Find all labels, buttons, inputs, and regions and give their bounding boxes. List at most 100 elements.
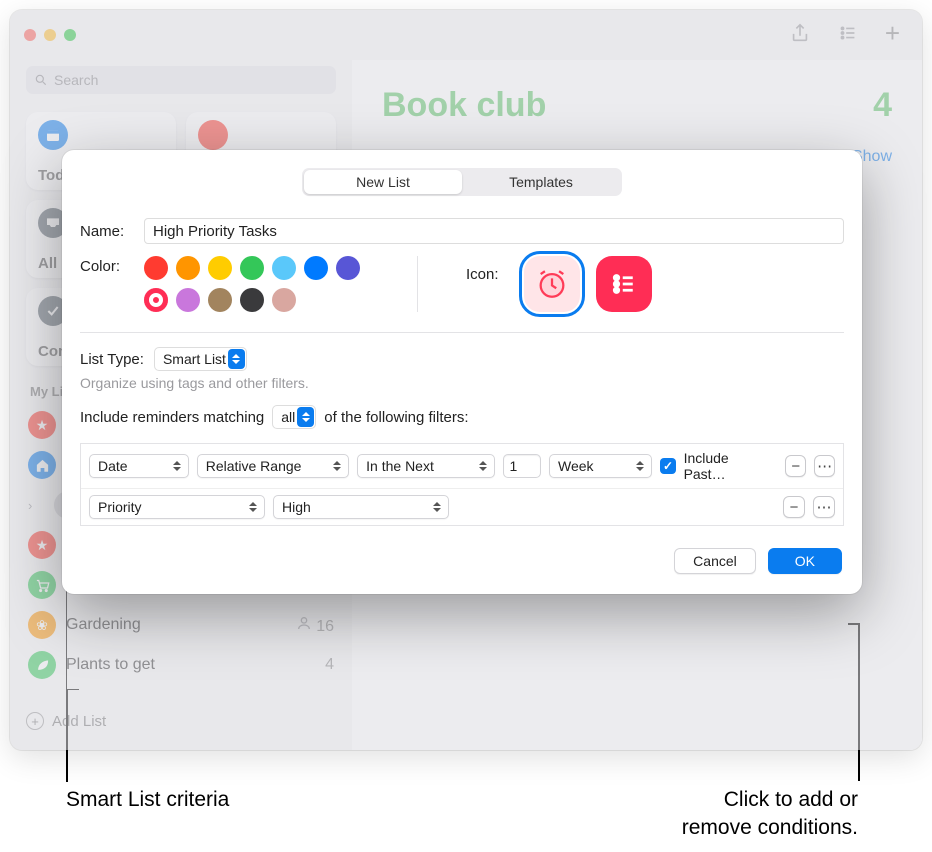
include-past-checkbox[interactable]: ✓ bbox=[660, 458, 675, 474]
chevron-right-icon: › bbox=[28, 498, 44, 513]
filter-value-value: High bbox=[282, 499, 311, 515]
star-icon: ★ bbox=[28, 411, 56, 439]
close-window-icon[interactable] bbox=[24, 29, 36, 41]
tab-new-list[interactable]: New List bbox=[304, 170, 462, 194]
color-swatch-green[interactable] bbox=[240, 256, 264, 280]
select-arrows-icon bbox=[249, 499, 259, 515]
new-list-dialog: New List Templates Name: High Priority T… bbox=[62, 150, 862, 594]
reminder-count: 4 bbox=[873, 86, 892, 125]
search-input[interactable]: Search bbox=[26, 66, 336, 94]
color-swatch-lightblue[interactable] bbox=[272, 256, 296, 280]
filters-box: Date Relative Range In the Next 1 Week ✓… bbox=[80, 443, 844, 526]
match-mode-select[interactable]: all bbox=[272, 405, 316, 429]
match-mode-value: all bbox=[281, 409, 295, 425]
color-label: Color: bbox=[80, 258, 134, 275]
list-type-label: List Type: bbox=[80, 351, 144, 368]
cart-icon bbox=[28, 571, 56, 599]
add-list-button[interactable]: + Add List bbox=[26, 704, 336, 738]
filter-field-value: Date bbox=[98, 458, 128, 474]
filter-unit-value: Week bbox=[558, 458, 594, 474]
filter-row: Priority High − ⋯ bbox=[81, 488, 843, 525]
cancel-button[interactable]: Cancel bbox=[674, 548, 756, 574]
color-swatch-red[interactable] bbox=[144, 256, 168, 280]
select-arrows-icon bbox=[333, 458, 343, 474]
callout-criteria: Smart List criteria bbox=[66, 786, 229, 814]
filter-value-select[interactable]: High bbox=[273, 495, 449, 519]
color-swatch-yellow[interactable] bbox=[208, 256, 232, 280]
vertical-divider bbox=[417, 256, 418, 312]
bullet-list-icon bbox=[609, 269, 639, 299]
share-icon[interactable] bbox=[789, 22, 811, 48]
view-options-icon[interactable] bbox=[837, 22, 859, 48]
plus-circle-icon: + bbox=[26, 712, 44, 730]
tab-bar: New List Templates bbox=[302, 168, 622, 196]
flower-icon: ❀ bbox=[28, 611, 56, 639]
star-icon: ★ bbox=[28, 531, 56, 559]
tile-label: All bbox=[38, 255, 57, 272]
tab-templates[interactable]: Templates bbox=[462, 170, 620, 194]
icon-option-list[interactable] bbox=[596, 256, 652, 312]
filter-op-select[interactable]: Relative Range bbox=[197, 454, 349, 478]
filter-row: Date Relative Range In the Next 1 Week ✓… bbox=[81, 444, 843, 488]
filter-rel-select[interactable]: In the Next bbox=[357, 454, 494, 478]
select-stepper-icon bbox=[297, 407, 314, 427]
list-type-hint: Organize using tags and other filters. bbox=[62, 371, 862, 405]
filter-op-value: Relative Range bbox=[206, 458, 302, 474]
name-value: High Priority Tasks bbox=[153, 223, 277, 240]
ok-button[interactable]: OK bbox=[768, 548, 842, 574]
search-icon bbox=[34, 73, 48, 87]
filter-field-select[interactable]: Date bbox=[89, 454, 189, 478]
select-arrows-icon bbox=[433, 499, 443, 515]
traffic-lights bbox=[24, 29, 76, 41]
icon-picker bbox=[524, 256, 652, 312]
filter-number-input[interactable]: 1 bbox=[503, 454, 541, 478]
more-condition-button[interactable]: ⋯ bbox=[814, 455, 835, 477]
callout-addremove: Click to add or remove conditions. bbox=[682, 786, 858, 843]
color-swatch-purple[interactable] bbox=[336, 256, 360, 280]
filter-rel-value: In the Next bbox=[366, 458, 434, 474]
color-swatch-pink[interactable] bbox=[144, 288, 168, 312]
leaf-icon bbox=[28, 651, 56, 679]
color-swatch-rose[interactable] bbox=[272, 288, 296, 312]
list-count: 16 bbox=[316, 618, 334, 635]
new-reminder-icon[interactable]: + bbox=[885, 22, 900, 48]
select-arrows-icon bbox=[636, 458, 646, 474]
color-swatch-brown[interactable] bbox=[208, 288, 232, 312]
color-swatch-blue[interactable] bbox=[304, 256, 328, 280]
search-placeholder: Search bbox=[54, 72, 98, 88]
remove-condition-button[interactable]: − bbox=[785, 455, 806, 477]
list-type-value: Smart List bbox=[163, 351, 226, 367]
icon-label: Icon: bbox=[466, 266, 510, 283]
callout-line-right bbox=[858, 623, 860, 781]
name-input[interactable]: High Priority Tasks bbox=[144, 218, 844, 244]
color-swatch-gray[interactable] bbox=[240, 288, 264, 312]
callout-line-left bbox=[66, 690, 68, 782]
page-title: Book club bbox=[382, 86, 892, 125]
callout-tick-right bbox=[848, 623, 860, 625]
titlebar: + bbox=[10, 10, 922, 60]
minimize-window-icon[interactable] bbox=[44, 29, 56, 41]
remove-condition-button[interactable]: − bbox=[783, 496, 805, 518]
filter-field-value: Priority bbox=[98, 499, 142, 515]
filter-field-select[interactable]: Priority bbox=[89, 495, 265, 519]
list-type-select[interactable]: Smart List bbox=[154, 347, 247, 371]
alarm-clock-icon bbox=[535, 267, 569, 301]
house-icon bbox=[28, 451, 56, 479]
calendar-icon bbox=[38, 120, 68, 150]
more-condition-button[interactable]: ⋯ bbox=[813, 496, 835, 518]
select-stepper-icon bbox=[228, 349, 245, 369]
color-swatch-magenta[interactable] bbox=[176, 288, 200, 312]
divider bbox=[80, 332, 844, 333]
list-count-wrap: 16 bbox=[296, 615, 334, 636]
filter-number-value: 1 bbox=[510, 458, 518, 474]
name-label: Name: bbox=[80, 223, 134, 240]
include-past-label: Include Past… bbox=[684, 450, 770, 482]
color-swatch-orange[interactable] bbox=[176, 256, 200, 280]
filter-unit-select[interactable]: Week bbox=[549, 454, 652, 478]
add-list-label: Add List bbox=[52, 713, 106, 730]
match-suffix: of the following filters: bbox=[324, 409, 468, 426]
shared-icon bbox=[296, 615, 312, 631]
zoom-window-icon[interactable] bbox=[64, 29, 76, 41]
calendar-icon bbox=[198, 120, 228, 150]
icon-option-alarm[interactable] bbox=[524, 256, 580, 312]
